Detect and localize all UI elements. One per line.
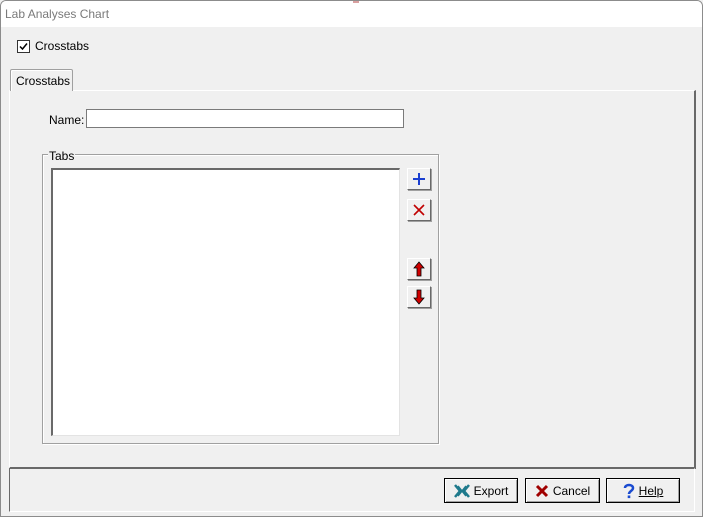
move-down-button[interactable] [407,286,431,308]
add-tab-button[interactable] [407,168,431,190]
help-button-label: Help [638,483,664,498]
dialog-window: Lab Analyses Chart Crosstabs Crosstabs N… [0,0,703,517]
close-icon [413,204,425,216]
delete-tab-button[interactable] [407,199,431,221]
window-title: Lab Analyses Chart [5,7,110,21]
tab-crosstabs-label: Crosstabs [16,74,71,88]
title-bar: Lab Analyses Chart [1,1,702,27]
checkbox-box[interactable] [17,39,30,53]
name-label: Name: [49,113,85,127]
tab-crosstabs[interactable]: Crosstabs [10,69,73,91]
crosstabs-checkbox[interactable]: Crosstabs [17,39,89,53]
title-accent-mark [353,1,359,3]
crosstabs-checkbox-label: Crosstabs [35,39,90,53]
arrow-up-icon [413,261,425,277]
plus-icon [413,173,425,185]
cancel-button-label: Cancel [552,483,591,498]
tabs-listbox[interactable] [51,168,400,436]
export-button-label: Export [473,483,509,498]
tabs-groupbox-label: Tabs [48,149,76,163]
checkmark-icon [19,42,28,50]
cancel-icon [535,484,548,497]
name-input[interactable] [86,109,404,128]
cancel-button[interactable]: Cancel [525,478,600,503]
export-button[interactable]: Export [444,478,518,503]
help-button[interactable]: Help [606,478,680,503]
export-icon [453,483,470,498]
help-icon [623,483,634,498]
move-up-button[interactable] [407,258,431,280]
arrow-down-icon [413,289,425,305]
